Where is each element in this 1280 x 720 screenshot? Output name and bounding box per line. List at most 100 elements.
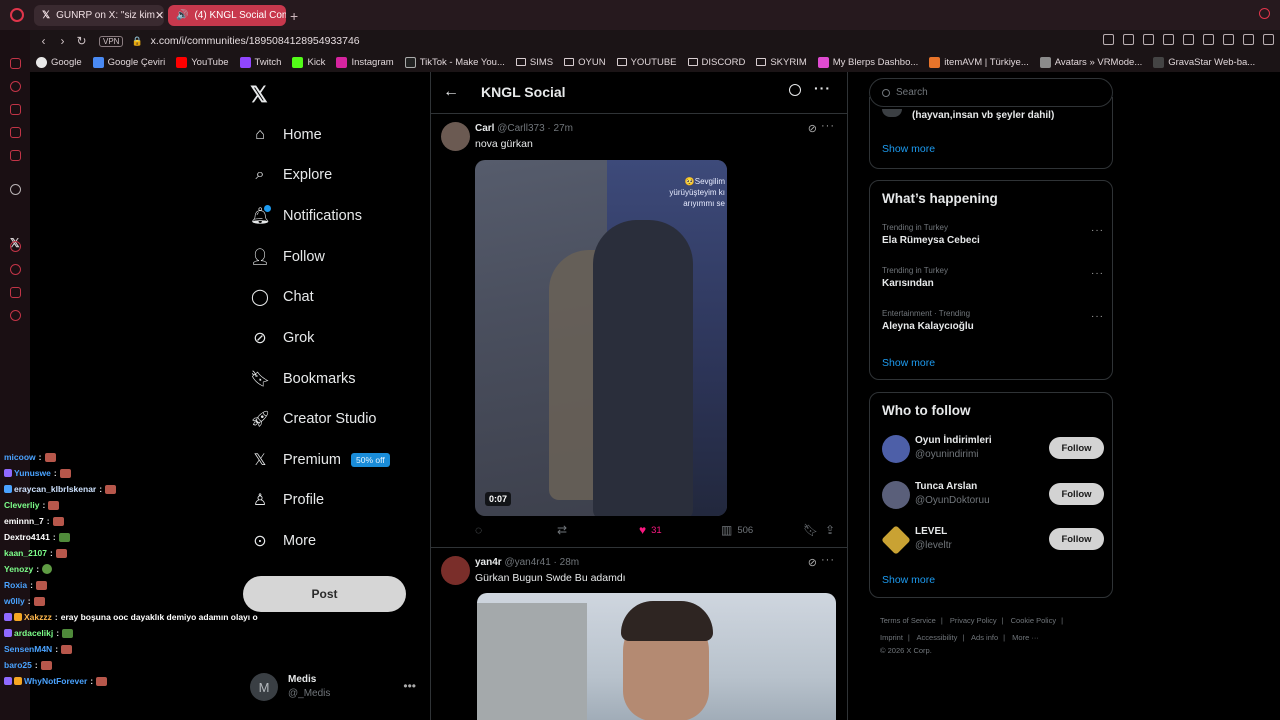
downloads-icon[interactable] (1263, 34, 1274, 45)
url-field[interactable]: x.com/i/communities/1895084128954933746 (151, 35, 360, 47)
bookmark-instagram[interactable]: Instagram (336, 56, 394, 68)
trend-item[interactable]: Trending in Turkey Karısından ··· (882, 266, 1104, 300)
more-icon[interactable]: ··· (1091, 311, 1104, 322)
search-tabs-icon[interactable] (1259, 8, 1270, 19)
settings-icon[interactable] (10, 310, 21, 321)
reload-icon[interactable]: ↻ (72, 34, 91, 48)
footer-link[interactable]: Privacy Policy (950, 616, 997, 625)
back-icon[interactable]: ‹ (34, 34, 53, 48)
tweet-author-handle[interactable]: @Carll373 (497, 123, 544, 134)
nav-more[interactable]: ⊙ More (250, 526, 316, 556)
x-logo-icon[interactable]: 𝕏 (250, 82, 268, 108)
back-arrow-icon[interactable]: ← (443, 83, 459, 101)
bookmark-folder-skyrim[interactable]: SKYRIM (756, 57, 807, 68)
bag-icon[interactable] (10, 104, 21, 115)
avatar[interactable] (881, 525, 911, 555)
share-button[interactable]: ⇪ (825, 523, 840, 537)
trend-item[interactable]: Entertainment · Trending Aleyna Kalaycıo… (882, 309, 1104, 343)
speaker-icon[interactable]: 🔊 (176, 10, 188, 21)
bookmark-kick[interactable]: Kick (292, 56, 325, 68)
mail-icon[interactable] (10, 58, 21, 69)
avatar[interactable] (441, 122, 470, 151)
tweet[interactable]: yan4r @yan4r41 · 28m Gürkan Bugun Swde B… (431, 548, 847, 720)
tweet-video[interactable]: 🥺Sevgilim yürüyüşteyim kı arıyımmı se 0:… (475, 160, 727, 516)
suggestion-name[interactable]: LEVEL (915, 526, 947, 537)
avatar[interactable] (882, 435, 910, 463)
grok-icon[interactable]: ⊘ (808, 122, 817, 135)
extensions-sidebar-icon[interactable] (10, 287, 21, 298)
like-button[interactable]: ♥ 31 (639, 523, 662, 537)
opera-logo-icon[interactable] (10, 8, 24, 22)
show-more-link[interactable]: Show more (882, 143, 935, 155)
search-icon[interactable] (789, 84, 801, 96)
bookmark-gravastar[interactable]: GravaStar Web-ba... (1153, 56, 1255, 68)
heart-icon[interactable] (1203, 34, 1214, 45)
bookmark-blerps[interactable]: My Blerps Dashbo... (817, 56, 918, 68)
bookmark-twitch[interactable]: Twitch (239, 56, 281, 68)
tab-gunrp[interactable]: 𝕏 GUNRP on X: "siz kim ✕ (34, 5, 164, 26)
new-tab-button[interactable]: + (290, 8, 298, 24)
bookmark-vrmodels[interactable]: Avatars » VRMode... (1039, 56, 1142, 68)
pin-icon[interactable] (1103, 34, 1114, 45)
footer-link[interactable]: Ads info (971, 633, 998, 642)
bookmark-google[interactable]: Google (36, 56, 82, 68)
show-more-link[interactable]: Show more (882, 574, 935, 586)
follow-suggestion[interactable]: Oyun İndirimleri @oyunindirimi Follow (882, 433, 1104, 467)
grok-icon[interactable]: ⊘ (808, 556, 817, 569)
post-button[interactable]: Post (243, 576, 406, 612)
nav-bookmarks[interactable]: 🔖︎ Bookmarks (250, 364, 356, 394)
search-bar[interactable] (869, 78, 1113, 107)
bookmark-folder-youtube[interactable]: YOUTUBE (616, 57, 677, 68)
avatar[interactable] (441, 556, 470, 585)
wallet-icon[interactable] (1243, 34, 1254, 45)
follow-button[interactable]: Follow (1049, 528, 1104, 550)
footer-link[interactable]: More ··· (1012, 633, 1039, 642)
retweet-button[interactable]: ⇄ (557, 523, 572, 537)
suggestion-name[interactable]: Oyun İndirimleri (915, 435, 992, 446)
footer-link[interactable]: Imprint (880, 633, 903, 642)
show-more-link[interactable]: Show more (882, 357, 935, 369)
chatgpt-icon[interactable] (10, 184, 21, 195)
more-icon[interactable]: ··· (814, 80, 831, 96)
more-icon[interactable]: ··· (1091, 225, 1104, 236)
music-icon[interactable] (10, 150, 21, 161)
lock-icon[interactable]: 🔒 (131, 36, 142, 47)
nav-grok[interactable]: ⊘ Grok (250, 323, 314, 353)
follow-suggestion[interactable]: Tunca Arslan @OyunDoktoruu Follow (882, 479, 1104, 513)
tweet[interactable]: Carl @Carll373 · 27m nova gürkan ⊘ ··· 🥺… (431, 114, 847, 548)
trend-item[interactable]: Trending in Turkey Ela Rümeysa Cebeci ··… (882, 223, 1104, 257)
tweet-author-name[interactable]: yan4r (475, 557, 502, 568)
nav-follow[interactable]: 👤︎ Follow (250, 242, 325, 272)
reply-button[interactable]: ◌ (475, 523, 487, 537)
tweet-time[interactable]: 28m (560, 557, 579, 568)
bookmark-google-translate[interactable]: Google Çeviri (92, 56, 165, 68)
snapshot-icon[interactable] (1123, 34, 1134, 45)
bookmark-youtube[interactable]: YouTube (176, 56, 229, 68)
follow-suggestion[interactable]: LEVEL @leveltr Follow (881, 524, 1104, 558)
follow-button[interactable]: Follow (1049, 437, 1104, 459)
messenger-icon[interactable] (10, 81, 21, 92)
play-icon[interactable] (1183, 34, 1194, 45)
follow-button[interactable]: Follow (1049, 483, 1104, 505)
nav-chat[interactable]: ◯ Chat (250, 282, 314, 312)
footer-link[interactable]: Terms of Service (880, 616, 936, 625)
shield-icon[interactable] (1143, 34, 1154, 45)
player-icon[interactable] (10, 241, 21, 252)
nav-explore[interactable]: ⌕ Explore (250, 160, 333, 190)
search-input[interactable] (896, 87, 1086, 98)
footer-link[interactable]: Accessibility (917, 633, 958, 642)
extensions-icon[interactable] (1223, 34, 1234, 45)
bookmark-tiktok[interactable]: TikTok - Make You... (404, 56, 505, 68)
bookmark-folder-oyun[interactable]: OYUN (564, 57, 606, 68)
history-icon[interactable] (10, 264, 21, 275)
account-switcher[interactable]: M Medis @_Medis ••• (250, 671, 416, 703)
nav-profile[interactable]: ♙ Profile (250, 485, 324, 515)
nav-premium[interactable]: 𝕏 Premium 50% off (250, 445, 390, 475)
more-icon[interactable]: ··· (1091, 268, 1104, 279)
download-icon[interactable] (1163, 34, 1174, 45)
nav-creator-studio[interactable]: 🚀︎ Creator Studio (250, 404, 377, 434)
nav-home[interactable]: ⌂ Home (250, 120, 322, 150)
bookmark-folder-sims[interactable]: SIMS (515, 57, 553, 68)
bookmark-folder-discord[interactable]: DISCORD (687, 57, 745, 68)
tab-kngl-social[interactable]: 🔊 (4) KNGL Social Comm (168, 5, 286, 26)
